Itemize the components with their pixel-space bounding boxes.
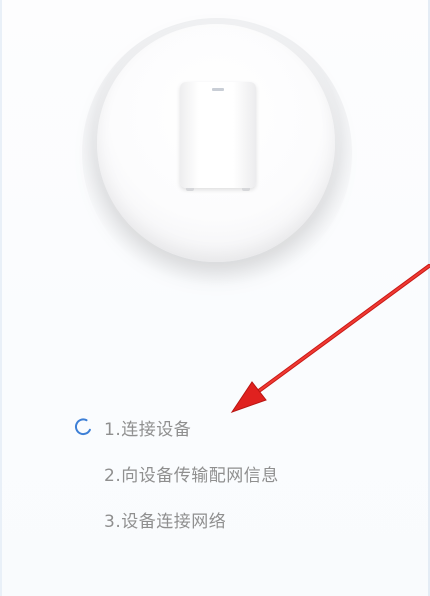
left-edge <box>0 0 2 596</box>
step-label: 1.连接设备 <box>104 419 192 440</box>
device-foot <box>242 188 250 191</box>
device-foot <box>186 188 194 191</box>
device-logo <box>212 88 224 91</box>
air-purifier-device-image <box>180 82 256 191</box>
device-network-setup-screen: 1.连接设备 2.向设备传输配网信息 3.设备连接网络 <box>0 0 430 596</box>
loading-spinner-icon <box>74 418 91 436</box>
step-label: 2.向设备传输配网信息 <box>104 465 279 486</box>
step-label: 3.设备连接网络 <box>104 511 227 532</box>
